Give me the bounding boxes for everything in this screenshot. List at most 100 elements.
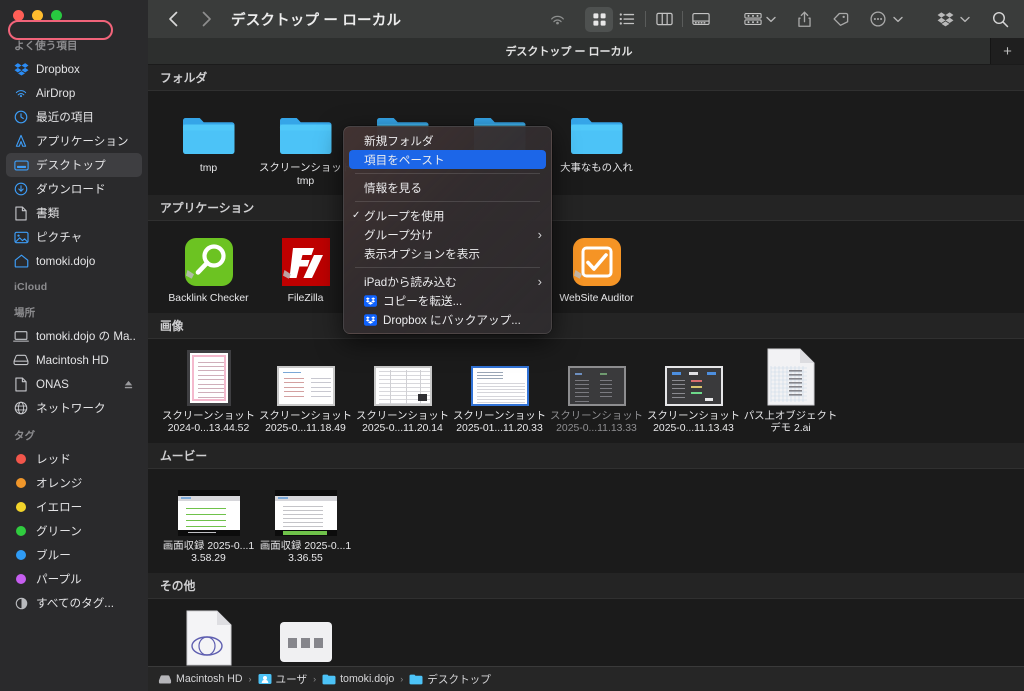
checkmark-icon: ✓ xyxy=(352,210,361,221)
menu-item-10[interactable]: コピーを転送... xyxy=(344,291,551,310)
sidebar-item--[interactable]: ブルー xyxy=(6,543,142,567)
sidebar-item-tomoki.dojo-ma...[interactable]: tomoki.dojo の Ma... xyxy=(6,324,142,348)
sidebar-item-airdrop[interactable]: AirDrop xyxy=(6,81,142,105)
menu-item-7[interactable]: 表示オプションを表示 xyxy=(344,244,551,263)
zoom-button[interactable] xyxy=(51,9,62,21)
forward-button[interactable] xyxy=(193,6,219,32)
sidebar-item-label: オレンジ xyxy=(36,477,83,490)
app-icon xyxy=(571,232,623,288)
sidebar-item--[interactable]: オレンジ xyxy=(6,471,142,495)
file-item[interactable]: 画面収録 2025-0...13.36.55 xyxy=(257,477,354,571)
minimize-button[interactable] xyxy=(32,9,43,21)
file-item[interactable]: 画面収録 2025-0...13.58.29 xyxy=(160,477,257,571)
sidebar-item--[interactable]: ピクチャ xyxy=(6,225,142,249)
file-item[interactable] xyxy=(160,607,257,667)
context-menu[interactable]: 新規フォルダ 項目をペースト 情報を見る ✓ グループを使用 グループ分け › 表示オプション… xyxy=(343,126,552,334)
menu-item-5[interactable]: ✓ グループを使用 xyxy=(344,206,551,225)
sidebar-item-label: パープル xyxy=(36,573,82,586)
more-actions-chevron-down-icon[interactable] xyxy=(893,10,903,28)
menu-item-label: 表示オプションを表示 xyxy=(364,247,480,261)
close-button[interactable] xyxy=(13,9,24,21)
file-item[interactable]: パス上オブジェクト デモ 2.ai xyxy=(742,347,839,441)
sidebar-item--...[interactable]: すべてのタグ... xyxy=(6,591,142,615)
sidebar-section-header: よく使う項目 xyxy=(14,40,78,52)
dropbox-chevron-down-icon[interactable] xyxy=(960,10,970,28)
menu-item-label: グループを使用 xyxy=(364,209,445,223)
file-item[interactable]: FileZilla xyxy=(257,229,354,311)
sidebar-item--[interactable]: アプリケーション xyxy=(6,129,142,153)
tab-desktop-local[interactable]: デスクトップ ー ローカル xyxy=(148,38,990,64)
sidebar-item-macintosh-hd[interactable]: Macintosh HD xyxy=(6,348,142,372)
sidebar: よく使う項目 Dropbox AirDrop 最近の項目 アプリケーション デス… xyxy=(0,0,148,691)
eject-icon[interactable] xyxy=(123,377,134,395)
breadcrumb-tomoki.dojo[interactable]: tomoki.dojo xyxy=(322,673,394,685)
window-controls xyxy=(0,0,148,30)
menu-item-9[interactable]: iPadから読み込む › xyxy=(344,272,551,291)
share-button[interactable] xyxy=(790,7,818,32)
more-actions-button[interactable] xyxy=(864,7,892,32)
file-item[interactable]: スクリーンショット 2025-0...11.13.43 xyxy=(645,347,742,441)
sidebar-item--[interactable]: ネットワーク xyxy=(6,396,142,420)
file-item-label: スクリーンショット 2025-0...11.13.43 xyxy=(647,410,740,435)
chevron-right-icon: › xyxy=(537,227,542,242)
sidebar-item-dropbox[interactable]: Dropbox xyxy=(6,57,142,81)
menu-item-3[interactable]: 情報を見る xyxy=(344,178,551,197)
sidebar-item-label: ピクチャ xyxy=(36,231,83,244)
menu-item-label: コピーを転送... xyxy=(383,294,463,308)
file-item[interactable]: スクリーンショット tmp xyxy=(257,99,354,193)
file-item-label: 画面収録 2025-0...13.58.29 xyxy=(162,540,255,565)
search-icon[interactable] xyxy=(986,7,1014,32)
file-item[interactable]: Backlink Checker xyxy=(160,229,257,311)
desktop-icon xyxy=(13,158,29,173)
group-header: ムービー xyxy=(148,442,1024,469)
menu-item-1[interactable]: 項目をペースト xyxy=(349,150,546,169)
column-view-button[interactable] xyxy=(650,7,678,32)
sidebar-item--[interactable]: グリーン xyxy=(6,519,142,543)
breadcrumb--[interactable]: デスクトップ xyxy=(409,672,491,687)
sidebar-item-onas[interactable]: ONAS xyxy=(6,372,142,396)
breadcrumb-macintosh-hd[interactable]: Macintosh HD xyxy=(158,673,243,685)
menu-item-0[interactable]: 新規フォルダ xyxy=(344,131,551,150)
icon-view-button[interactable] xyxy=(585,6,613,32)
gallery-view-button[interactable] xyxy=(687,7,715,32)
new-tab-button[interactable]: + xyxy=(990,38,1024,64)
dropbox-icon xyxy=(364,294,377,307)
file-item[interactable]: tmp xyxy=(160,99,257,193)
sidebar-item--[interactable]: 書類 xyxy=(6,201,142,225)
file-item[interactable]: スクリーンショット 2025-0...11.13.33 xyxy=(548,347,645,441)
menu-item-11[interactable]: Dropbox にバックアップ... xyxy=(344,310,551,329)
sidebar-item--[interactable]: 最近の項目 xyxy=(6,105,142,129)
airdrop-icon[interactable] xyxy=(543,7,571,32)
image-icon xyxy=(186,349,231,406)
sidebar-item-tomoki.dojo[interactable]: tomoki.dojo xyxy=(6,249,142,273)
sidebar-item--[interactable]: ダウンロード xyxy=(6,177,142,201)
breadcrumb-label: Macintosh HD xyxy=(176,673,243,685)
file-item[interactable]: WebSite Auditor xyxy=(548,229,645,311)
list-view-button[interactable] xyxy=(613,7,641,32)
file-item[interactable]: スクリーンショット 2024-0...13.44.52 xyxy=(160,347,257,441)
file-item[interactable]: スクリーンショット 2025-0...11.20.14 xyxy=(354,347,451,441)
file-item[interactable]: スクリーンショット 2025-01...11.20.33 xyxy=(451,347,548,441)
menu-item-6[interactable]: グループ分け › xyxy=(344,225,551,244)
group-header: 画像 xyxy=(148,312,1024,339)
sidebar-item-label: AirDrop xyxy=(36,86,76,100)
group-by-button[interactable] xyxy=(741,7,765,32)
tag-button[interactable] xyxy=(826,7,854,32)
sidebar-item--[interactable]: デスクトップ xyxy=(6,153,142,177)
path-bar: Macintosh HD › ユーザ › tomoki.dojo › デスクトップ xyxy=(148,666,1024,691)
file-item[interactable] xyxy=(257,607,354,667)
image-icon xyxy=(373,350,432,406)
group-by-chevron-down-icon[interactable] xyxy=(766,10,776,28)
back-button[interactable] xyxy=(160,6,186,32)
file-item[interactable]: スクリーンショット 2025-0...11.18.49 xyxy=(257,347,354,441)
file-item[interactable]: 大事なもの入れ xyxy=(548,99,645,193)
sidebar-item--[interactable]: レッド xyxy=(6,447,142,471)
breadcrumb--[interactable]: ユーザ xyxy=(258,672,307,687)
document-icon xyxy=(13,376,29,392)
dropbox-button[interactable] xyxy=(931,7,959,32)
folder-icon xyxy=(181,102,237,158)
sidebar-item-label: ONAS xyxy=(36,377,69,391)
file-item-label: Backlink Checker xyxy=(168,293,249,304)
sidebar-item--[interactable]: イエロー xyxy=(6,495,142,519)
sidebar-item--[interactable]: パープル xyxy=(6,567,142,591)
